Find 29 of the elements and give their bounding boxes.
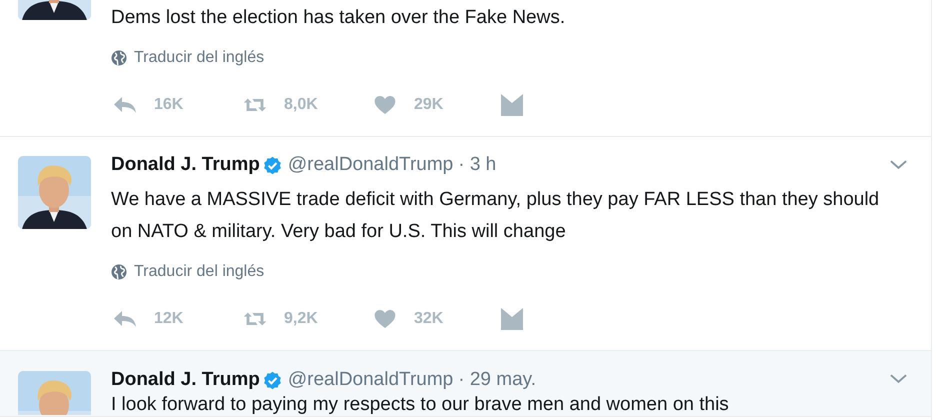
reply-icon[interactable] bbox=[113, 310, 137, 328]
author-handle[interactable]: @realDonaldTrump bbox=[288, 154, 454, 176]
globe-icon bbox=[111, 264, 127, 280]
author-handle[interactable]: @realDonaldTrump bbox=[288, 369, 454, 391]
envelope-icon[interactable] bbox=[501, 308, 523, 330]
author-name[interactable]: Donald J. Trump bbox=[111, 154, 260, 176]
action-count: 12K bbox=[154, 310, 184, 328]
chevron-down-icon[interactable] bbox=[890, 160, 907, 170]
timestamp[interactable]: · 3 h bbox=[458, 154, 496, 176]
action-count: 9,2K bbox=[284, 310, 318, 328]
timestamp[interactable]: · 29 may. bbox=[458, 369, 536, 391]
heart-icon[interactable] bbox=[373, 96, 397, 114]
envelope-icon[interactable] bbox=[501, 94, 523, 116]
reply-icon[interactable] bbox=[113, 96, 137, 114]
action-count: 29K bbox=[414, 96, 444, 114]
retweet-icon[interactable] bbox=[243, 310, 267, 328]
tweet-text: We have a MASSIVE trade deficit with Germany, plus they pay FAR LESS than they should on NATO & military. Very bad for U.S. This will change bbox=[111, 188, 880, 244]
translate-link[interactable]: Traducir del inglés bbox=[134, 49, 264, 67]
action-count: 16K bbox=[154, 96, 184, 114]
action-count: 8,0K bbox=[284, 96, 318, 114]
author-name[interactable]: Donald J. Trump bbox=[111, 369, 260, 391]
tweet-text: I look forward to paying my respects to our brave men and women on this bbox=[111, 394, 730, 416]
globe-icon bbox=[111, 50, 127, 66]
chevron-down-icon[interactable] bbox=[890, 374, 907, 384]
heart-icon[interactable] bbox=[373, 310, 397, 328]
translate-link[interactable]: Traducir del inglés bbox=[134, 263, 264, 281]
action-count: 32K bbox=[414, 310, 444, 328]
retweet-icon[interactable] bbox=[243, 96, 267, 114]
tweet-text: Dems lost the election has taken over the Fake News. bbox=[111, 6, 566, 30]
